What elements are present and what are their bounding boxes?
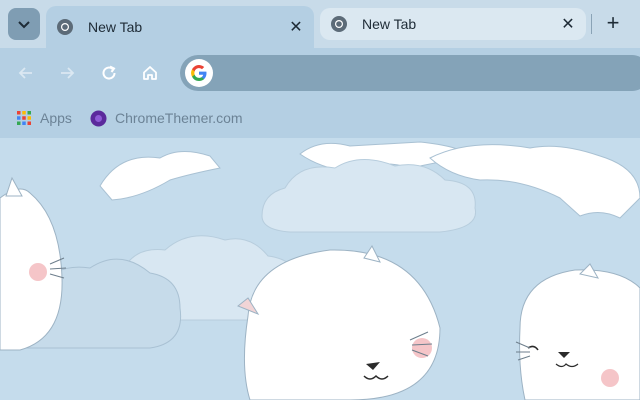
chrome-favicon-icon bbox=[57, 19, 73, 35]
plus-icon: + bbox=[606, 10, 620, 35]
back-button[interactable] bbox=[14, 61, 38, 85]
tab-new-tab-inactive[interactable]: New Tab ✕ bbox=[320, 8, 586, 40]
home-icon bbox=[143, 66, 157, 80]
arrow-right-icon bbox=[61, 67, 75, 79]
bookmarks-bar: Apps ChromeThemer.com bbox=[0, 98, 640, 138]
reload-button[interactable] bbox=[97, 61, 121, 85]
toolbar bbox=[0, 48, 640, 98]
theme-background-artwork bbox=[0, 141, 640, 400]
close-icon[interactable]: ✕ bbox=[560, 16, 576, 33]
tab-search-button[interactable] bbox=[8, 8, 40, 40]
arrow-left-icon bbox=[18, 67, 32, 79]
tab-title: New Tab bbox=[362, 16, 417, 32]
forward-button[interactable] bbox=[55, 61, 79, 85]
chevron-down-icon bbox=[18, 21, 30, 29]
tab-title: New Tab bbox=[88, 19, 143, 35]
new-tab-button[interactable]: + bbox=[598, 8, 628, 38]
new-tab-page-background bbox=[0, 138, 640, 400]
address-bar[interactable] bbox=[180, 55, 640, 91]
google-g-icon bbox=[185, 59, 213, 87]
home-button[interactable] bbox=[138, 61, 162, 85]
close-icon[interactable]: ✕ bbox=[288, 19, 304, 36]
tab-strip: New Tab ✕ New Tab ✕ + bbox=[0, 0, 640, 48]
reload-icon bbox=[102, 65, 116, 80]
bookmark-apps[interactable]: Apps bbox=[16, 108, 72, 128]
apps-grid-icon bbox=[17, 111, 31, 125]
tab-separator bbox=[591, 14, 592, 34]
tab-new-tab-active[interactable]: New Tab ✕ bbox=[46, 6, 314, 48]
bookmark-label: ChromeThemer.com bbox=[115, 110, 243, 126]
bookmark-chromethemer[interactable]: ChromeThemer.com bbox=[90, 108, 243, 128]
chromethemer-icon bbox=[90, 110, 107, 126]
chrome-favicon-icon bbox=[331, 16, 347, 32]
bookmark-label: Apps bbox=[40, 110, 72, 126]
